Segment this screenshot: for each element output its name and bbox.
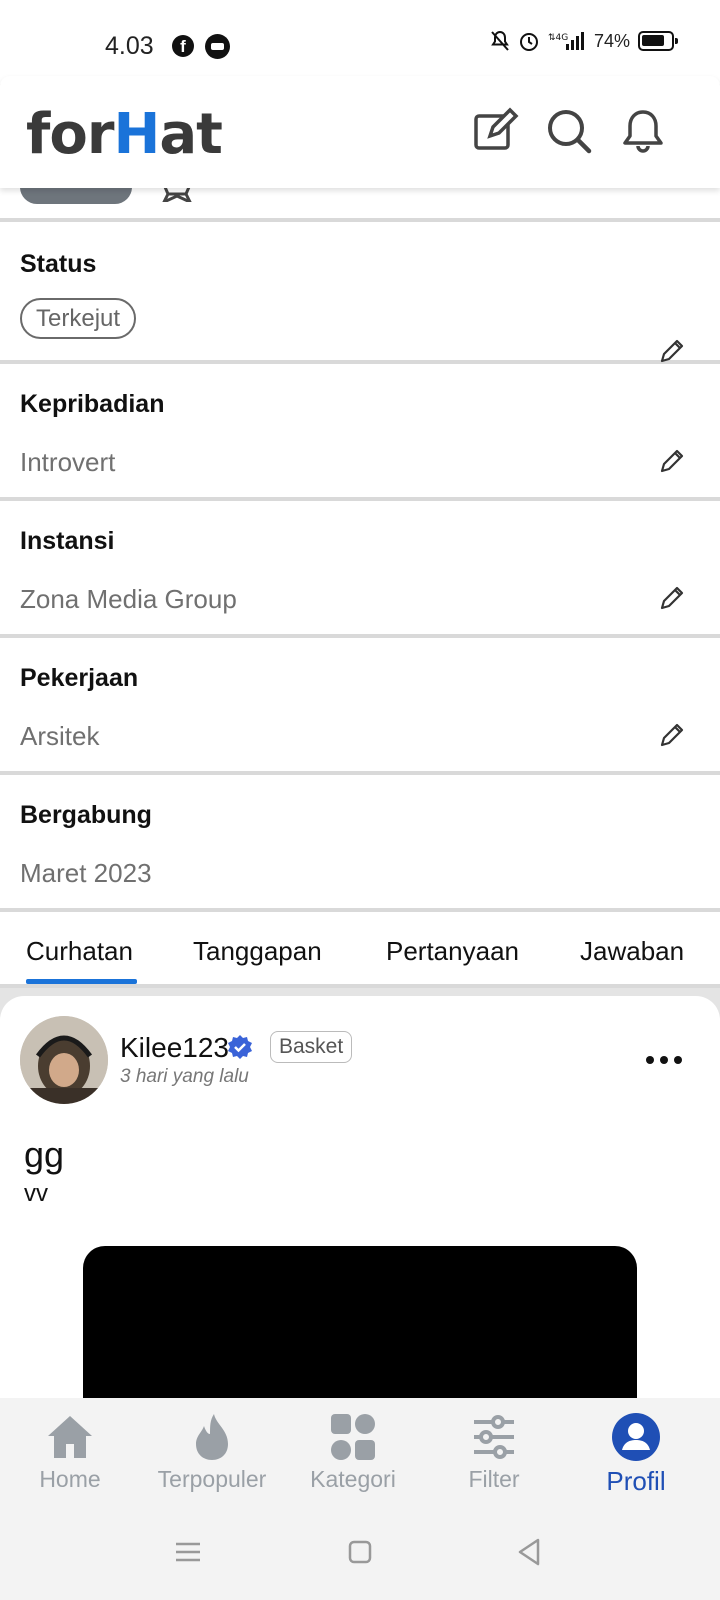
post-body: vv <box>24 1180 48 1207</box>
system-navigation <box>0 1504 720 1600</box>
nav-filter[interactable]: Filter <box>424 1412 564 1493</box>
tab-pertanyaan[interactable]: Pertanyaan <box>386 936 519 967</box>
sliders-icon <box>474 1415 514 1459</box>
nav-label: Home <box>39 1466 101 1492</box>
nav-label: Profil <box>606 1466 666 1496</box>
home-icon <box>48 1416 92 1458</box>
status-pill: Terkejut <box>20 298 137 339</box>
nav-profil[interactable]: Profil <box>566 1412 706 1497</box>
battery-percent: 74% <box>593 30 630 51</box>
field-pekerjaan: Pekerjaan Arsitek <box>0 638 720 775</box>
compose-icon[interactable] <box>470 106 520 156</box>
status-indicators: ⇅4G 74% <box>490 30 678 52</box>
active-tab-indicator <box>26 979 137 984</box>
content-tabs: Curhatan Tanggapan Pertanyaan Jawaban <box>0 912 720 988</box>
post-time: 3 hari yang lalu <box>120 1066 249 1087</box>
app-logo[interactable]: forHat <box>26 102 223 167</box>
edit-pencil-icon[interactable] <box>658 447 686 475</box>
edit-pencil-icon[interactable] <box>658 584 686 612</box>
flame-icon <box>196 1414 228 1460</box>
nav-label: Filter <box>468 1466 520 1492</box>
nav-kategori[interactable]: Kategori <box>283 1412 423 1493</box>
back-triangle-icon[interactable] <box>510 1532 550 1572</box>
notification-bell-icon[interactable] <box>618 106 668 156</box>
nav-label: Kategori <box>310 1466 396 1492</box>
field-value: Zona Media Group <box>20 584 237 614</box>
edit-pencil-icon[interactable] <box>658 721 686 749</box>
search-icon[interactable] <box>544 106 594 156</box>
field-title: Instansi <box>20 527 115 555</box>
profile-actions-partial <box>0 188 720 222</box>
signal-icon: ⇅4G <box>548 32 584 50</box>
profile-button[interactable] <box>20 188 132 204</box>
star-icon[interactable] <box>160 188 194 202</box>
field-title: Kepribadian <box>20 390 165 418</box>
post-title: gg <box>24 1134 65 1175</box>
avatar[interactable] <box>20 1016 108 1104</box>
bottom-navigation: Home Terpopuler Kategori Filter Profil <box>0 1398 720 1504</box>
post-username[interactable]: Kilee123 <box>120 1032 229 1064</box>
field-value: Arsitek <box>20 721 100 751</box>
status-bar: 4.03 f ⇅4G 74% <box>0 0 720 84</box>
field-title: Status <box>20 250 97 278</box>
alarm-icon <box>519 33 538 51</box>
field-status: Status Terkejut <box>0 222 720 364</box>
field-title: Bergabung <box>20 801 152 829</box>
field-bergabung: Bergabung Maret 2023 <box>0 775 720 912</box>
nav-label: Terpopuler <box>157 1466 267 1492</box>
more-options-icon[interactable] <box>646 1056 682 1066</box>
app-header: forHat <box>0 76 720 188</box>
home-square-icon[interactable] <box>340 1532 380 1572</box>
edit-pencil-icon[interactable] <box>658 337 686 365</box>
tab-jawaban[interactable]: Jawaban <box>580 936 684 967</box>
recents-menu-icon[interactable] <box>168 1532 208 1572</box>
status-time: 4.03 <box>105 32 154 60</box>
nav-home[interactable]: Home <box>0 1412 140 1493</box>
field-instansi: Instansi Zona Media Group <box>0 501 720 638</box>
field-value: Maret 2023 <box>20 858 152 888</box>
app-notification-icon <box>205 34 230 59</box>
svg-text:⇅4G: ⇅4G <box>548 33 568 43</box>
field-value: Introvert <box>20 447 116 477</box>
silent-bell-icon <box>491 30 509 51</box>
facebook-notification-icon: f <box>172 35 194 57</box>
profile-content: Status Terkejut Kepribadian Introvert In… <box>0 188 720 1496</box>
field-value: Terkejut <box>20 298 137 339</box>
battery-icon <box>638 31 678 51</box>
nav-terpopuler[interactable]: Terpopuler <box>142 1412 282 1493</box>
verified-badge-icon <box>228 1035 252 1059</box>
profile-icon <box>612 1413 660 1461</box>
grid-icon <box>331 1414 375 1460</box>
field-title: Pekerjaan <box>20 664 139 692</box>
tab-tanggapan[interactable]: Tanggapan <box>193 936 322 967</box>
tab-curhatan[interactable]: Curhatan <box>26 936 133 967</box>
category-tag[interactable]: Basket <box>270 1031 353 1063</box>
field-kepribadian: Kepribadian Introvert <box>0 364 720 501</box>
